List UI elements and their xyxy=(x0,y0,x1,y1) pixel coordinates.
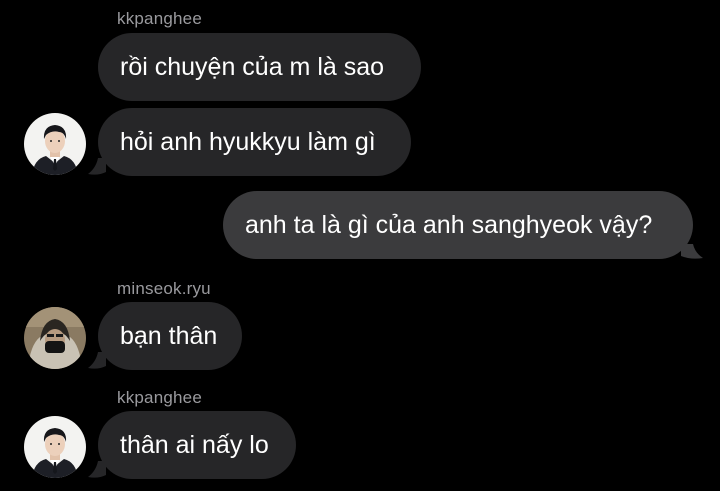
bubble-tail-icon xyxy=(88,158,106,175)
message-text: anh ta là gì của anh sanghyeok vậy? xyxy=(245,210,653,239)
message-text: thân ai nấy lo xyxy=(120,430,269,459)
sender-name: kkpanghee xyxy=(117,388,202,407)
message-bubble-incoming[interactable]: thân ai nấy lo xyxy=(98,411,296,479)
bubble-tail-icon xyxy=(88,352,106,369)
message-bubble-incoming[interactable]: hỏi anh hyukkyu làm gì xyxy=(98,108,411,176)
sender-name: kkpanghee xyxy=(117,9,202,28)
minseok-avatar[interactable] xyxy=(24,307,86,369)
message-text: rồi chuyện của m là sao xyxy=(120,52,385,81)
message-text: bạn thân xyxy=(120,321,218,350)
message-bubble-incoming[interactable]: rồi chuyện của m là sao xyxy=(98,33,421,101)
sender-name: minseok.ryu xyxy=(117,279,211,298)
message-bubble-outgoing[interactable]: anh ta là gì của anh sanghyeok vậy? xyxy=(223,191,693,259)
kkpanghee-avatar[interactable] xyxy=(24,113,86,175)
bubble-tail-icon xyxy=(681,244,703,259)
message-bubble-incoming[interactable]: bạn thân xyxy=(98,302,242,370)
bubble-tail-icon xyxy=(88,461,106,478)
message-text: hỏi anh hyukkyu làm gì xyxy=(120,127,376,156)
kkpanghee-avatar[interactable] xyxy=(24,416,86,478)
